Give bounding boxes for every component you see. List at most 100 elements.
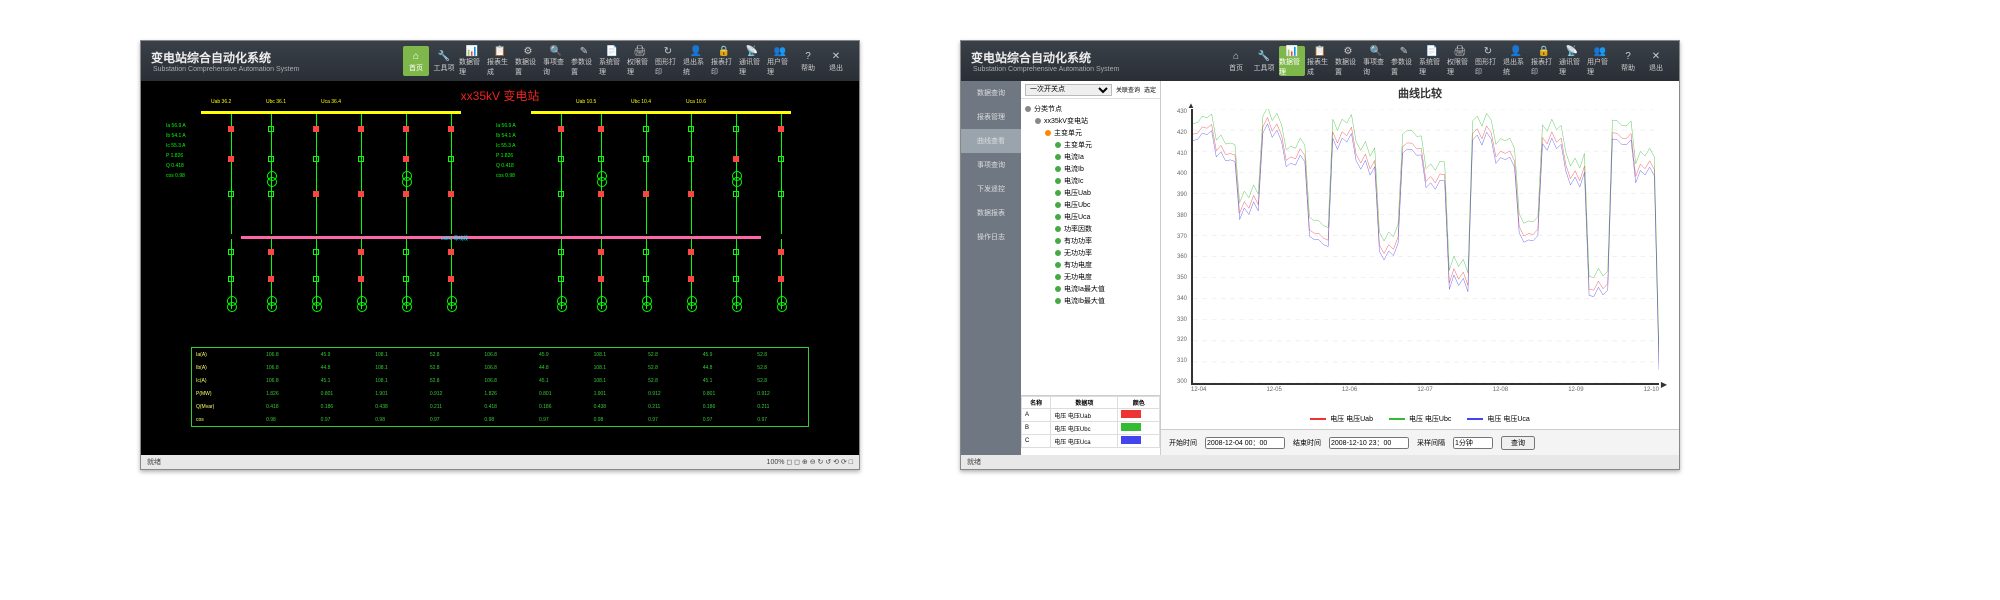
breaker[interactable] xyxy=(228,276,234,282)
breaker[interactable] xyxy=(643,191,649,197)
point-tree[interactable]: 分类节点xx35kV变电站主变单元主变单元电流Ia电流Ib电流Ic电压Uab电压… xyxy=(1021,99,1160,395)
start-time-input[interactable] xyxy=(1205,437,1285,449)
tree-node[interactable]: 电流Ib最大值 xyxy=(1025,295,1156,307)
nav-item[interactable]: 操作日志 xyxy=(961,225,1021,249)
legend-item[interactable]: 电压 电压Uab xyxy=(1310,414,1373,424)
scada-canvas[interactable]: xx35kV 变电站 xxkV 母线段 Uab 36.2Ubc 36.1Uca … xyxy=(141,81,859,455)
tree-node[interactable]: 无功功率 xyxy=(1025,247,1156,259)
breaker[interactable] xyxy=(643,156,649,162)
legend-item[interactable]: 电压 电压Ubc xyxy=(1389,414,1451,424)
transformer-icon[interactable] xyxy=(267,171,277,187)
toolbar-btn-5[interactable]: 🔍事项查询 xyxy=(1363,46,1389,76)
breaker[interactable] xyxy=(688,249,694,255)
transformer-icon[interactable] xyxy=(267,296,277,312)
breaker[interactable] xyxy=(403,191,409,197)
feeder-line[interactable] xyxy=(316,114,317,234)
toolbar-btn-13[interactable]: 👥用户管理 xyxy=(767,46,793,76)
busbar-35kv-2[interactable] xyxy=(531,111,791,114)
legend-item[interactable]: 电压 电压Uca xyxy=(1467,414,1529,424)
breaker[interactable] xyxy=(598,249,604,255)
breaker[interactable] xyxy=(558,156,564,162)
toolbar-btn-9[interactable]: ↻图形打印 xyxy=(1475,46,1501,76)
tree-node[interactable]: 有功电度 xyxy=(1025,259,1156,271)
breaker[interactable] xyxy=(558,249,564,255)
transformer-icon[interactable] xyxy=(557,296,567,312)
breaker[interactable] xyxy=(558,191,564,197)
nav-item[interactable]: 数据查询 xyxy=(961,81,1021,105)
transformer-icon[interactable] xyxy=(642,296,652,312)
toolbar-btn-15[interactable]: ✕退出 xyxy=(823,46,849,76)
breaker[interactable] xyxy=(448,249,454,255)
breaker[interactable] xyxy=(358,276,364,282)
tree-node[interactable]: 无功电度 xyxy=(1025,271,1156,283)
toolbar-btn-12[interactable]: 📡通讯管理 xyxy=(739,46,765,76)
feeder-line[interactable] xyxy=(646,114,647,234)
tree-type-select[interactable]: 一次开关点 xyxy=(1025,84,1112,96)
toolbar-btn-11[interactable]: 🔒报表打印 xyxy=(1531,46,1557,76)
toolbar-btn-2[interactable]: 📊数据管理 xyxy=(459,46,485,76)
nav-item[interactable]: 报表管理 xyxy=(961,105,1021,129)
tree-btn-1[interactable]: 关联查询 xyxy=(1116,85,1140,94)
tree-node[interactable]: 电流Ia最大值 xyxy=(1025,283,1156,295)
breaker[interactable] xyxy=(448,126,454,132)
breaker[interactable] xyxy=(358,126,364,132)
zoom-controls[interactable]: 100% ◻ ◻ ⊕ ⊖ ↻ ↺ ⟲ ⟳ □ xyxy=(767,458,853,466)
transformer-icon[interactable] xyxy=(357,296,367,312)
breaker[interactable] xyxy=(313,156,319,162)
toolbar-btn-15[interactable]: ✕退出 xyxy=(1643,46,1669,76)
breaker[interactable] xyxy=(358,249,364,255)
feeder-line[interactable] xyxy=(361,114,362,234)
breaker[interactable] xyxy=(733,276,739,282)
tree-node[interactable]: xx35kV变电站 xyxy=(1025,115,1156,127)
nav-item[interactable]: 事项查询 xyxy=(961,153,1021,177)
busbar-35kv-1[interactable] xyxy=(201,111,461,114)
tree-node[interactable]: 电流Ia xyxy=(1025,151,1156,163)
toolbar-btn-7[interactable]: 📄系统管理 xyxy=(1419,46,1445,76)
toolbar-btn-7[interactable]: 📄系统管理 xyxy=(599,46,625,76)
tree-node[interactable]: 电流Ic xyxy=(1025,175,1156,187)
breaker[interactable] xyxy=(268,156,274,162)
toolbar-btn-8[interactable]: 🖨权限管理 xyxy=(1447,46,1473,76)
tree-node[interactable]: 主变单元 xyxy=(1025,139,1156,151)
tree-node[interactable]: 功率因数 xyxy=(1025,223,1156,235)
toolbar-btn-14[interactable]: ?帮助 xyxy=(1615,46,1641,76)
toolbar-btn-11[interactable]: 🔒报表打印 xyxy=(711,46,737,76)
breaker[interactable] xyxy=(598,126,604,132)
breaker[interactable] xyxy=(778,249,784,255)
breaker[interactable] xyxy=(403,156,409,162)
interval-input[interactable] xyxy=(1453,437,1493,449)
tree-btn-2[interactable]: 选定 xyxy=(1144,85,1156,94)
nav-item[interactable]: 曲线查看 xyxy=(961,129,1021,153)
breaker[interactable] xyxy=(403,126,409,132)
breaker[interactable] xyxy=(688,191,694,197)
breaker[interactable] xyxy=(733,191,739,197)
breaker[interactable] xyxy=(643,126,649,132)
transformer-icon[interactable] xyxy=(447,296,457,312)
transformer-icon[interactable] xyxy=(402,296,412,312)
toolbar-btn-6[interactable]: ✎参数设置 xyxy=(1391,46,1417,76)
toolbar-btn-12[interactable]: 📡通讯管理 xyxy=(1559,46,1585,76)
breaker[interactable] xyxy=(228,249,234,255)
busbar-10kv[interactable] xyxy=(241,236,761,239)
breaker[interactable] xyxy=(778,276,784,282)
transformer-icon[interactable] xyxy=(732,171,742,187)
tree-node[interactable]: 电流Ib xyxy=(1025,163,1156,175)
toolbar-btn-2[interactable]: 📊数据管理 xyxy=(1279,46,1305,76)
toolbar-btn-8[interactable]: 🖨权限管理 xyxy=(627,46,653,76)
breaker[interactable] xyxy=(228,156,234,162)
breaker[interactable] xyxy=(403,276,409,282)
breaker[interactable] xyxy=(733,249,739,255)
toolbar-btn-0[interactable]: ⌂首页 xyxy=(1223,46,1249,76)
toolbar-btn-10[interactable]: 👤退出系统 xyxy=(1503,46,1529,76)
breaker[interactable] xyxy=(448,276,454,282)
nav-item[interactable]: 数据报表 xyxy=(961,201,1021,225)
end-time-input[interactable] xyxy=(1329,437,1409,449)
toolbar-btn-5[interactable]: 🔍事项查询 xyxy=(543,46,569,76)
plot[interactable]: 4304204104003903803703603503403303203103… xyxy=(1191,109,1659,405)
breaker[interactable] xyxy=(778,126,784,132)
toolbar-btn-3[interactable]: 📋报表生成 xyxy=(1307,46,1333,76)
nav-item[interactable]: 下发遥控 xyxy=(961,177,1021,201)
breaker[interactable] xyxy=(688,156,694,162)
toolbar-btn-1[interactable]: 🔧工具项 xyxy=(431,46,457,76)
tree-node[interactable]: 分类节点 xyxy=(1025,103,1156,115)
